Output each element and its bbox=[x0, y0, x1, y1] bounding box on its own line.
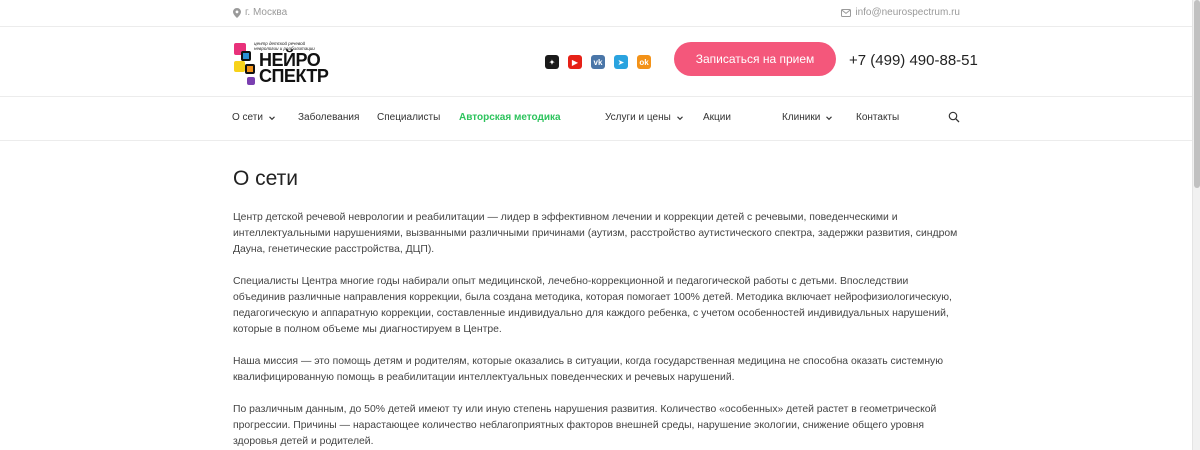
paragraph-method: Специалисты Центра многие годы набирали … bbox=[233, 276, 952, 335]
nav-item-label: Контакты bbox=[856, 112, 900, 123]
odnoklassniki-icon[interactable]: ok bbox=[637, 55, 651, 69]
nav-item-promotions[interactable]: Акции bbox=[703, 112, 731, 123]
nav-item-diseases[interactable]: Заболевания bbox=[298, 112, 359, 123]
city-label: г. Москва bbox=[245, 7, 288, 18]
site-logo[interactable]: центр детской речевой неврологии и реаби… bbox=[232, 39, 329, 87]
dzen-icon[interactable]: ✦ bbox=[545, 55, 559, 69]
main-content: О сети Центр детской речевой неврологии … bbox=[233, 167, 963, 450]
telegram-icon[interactable]: ➤ bbox=[614, 55, 628, 69]
nav-item-services[interactable]: Услуги и цены bbox=[605, 112, 684, 123]
chevron-down-icon bbox=[826, 115, 833, 120]
youtube-icon[interactable]: ▶ bbox=[568, 55, 582, 69]
location-pin-icon bbox=[233, 7, 241, 18]
email-link[interactable]: info@neurospectrum.ru bbox=[841, 7, 960, 18]
site-header: центр детской речевой неврологии и реаби… bbox=[0, 27, 1192, 97]
vk-icon[interactable]: vk bbox=[591, 55, 605, 69]
nav-item-clinics[interactable]: Клиники bbox=[782, 112, 833, 123]
nav-item-label: Клиники bbox=[782, 112, 821, 123]
nav-item-contacts[interactable]: Контакты bbox=[856, 112, 899, 123]
nav-item-label: О сети bbox=[232, 112, 263, 123]
top-bar: г. Москва info@neurospectrum.ru bbox=[0, 0, 1192, 27]
search-icon[interactable] bbox=[948, 111, 960, 123]
nav-item-specialists[interactable]: Специалисты bbox=[377, 112, 440, 123]
paragraph-intro: Центр детской речевой неврологии и реаби… bbox=[233, 212, 958, 255]
nav-item-label: Услуги и цены bbox=[605, 112, 671, 123]
logo-word-2: СПЕКТР bbox=[259, 66, 329, 86]
social-links: ✦ ▶ vk ➤ ok bbox=[545, 55, 651, 69]
nav-item-method[interactable]: Авторская методика bbox=[459, 112, 561, 123]
scrollbar-thumb[interactable] bbox=[1194, 0, 1200, 188]
envelope-icon bbox=[841, 8, 852, 17]
paragraph-statistics: По различным данным, до 50% детей имеют … bbox=[233, 404, 937, 447]
chevron-down-icon bbox=[676, 115, 683, 120]
city-selector[interactable]: г. Москва bbox=[233, 7, 287, 18]
nav-item-label: Заболевания bbox=[298, 112, 360, 123]
main-nav: О сети Заболевания Специалисты Авторская… bbox=[0, 97, 1192, 141]
email-text: info@neurospectrum.ru bbox=[855, 7, 960, 18]
nav-item-label: Специалисты bbox=[377, 112, 441, 123]
chevron-down-icon bbox=[269, 115, 275, 120]
phone-number[interactable]: +7 (499) 490-88-51 bbox=[849, 52, 978, 69]
page-title: О сети bbox=[233, 167, 298, 190]
paragraph-mission: Наша миссия — это помощь детям и родител… bbox=[233, 356, 944, 383]
nav-item-label: Авторская методика bbox=[459, 112, 561, 123]
nav-item-label: Акции bbox=[703, 112, 731, 123]
book-appointment-button[interactable]: Записаться на прием bbox=[674, 42, 836, 76]
page-scrollbar[interactable] bbox=[1192, 0, 1200, 450]
nav-item-about[interactable]: О сети bbox=[232, 112, 276, 123]
